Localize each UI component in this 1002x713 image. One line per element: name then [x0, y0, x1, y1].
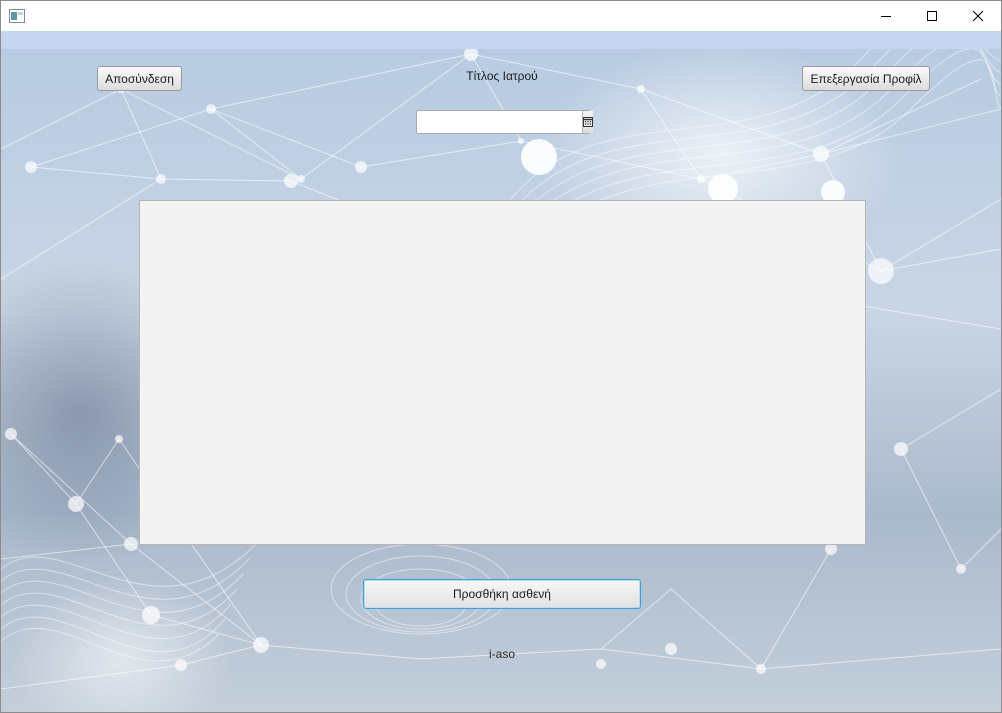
doctor-title-label: Τίτλος Ιατρού — [466, 69, 538, 83]
logout-button[interactable]: Αποσύνδεση — [97, 66, 182, 91]
logout-button-label: Αποσύνδεση — [105, 71, 174, 86]
maximize-button[interactable] — [909, 1, 955, 31]
add-patient-button-label: Προσθήκη ασθενή — [453, 587, 551, 601]
minimize-button[interactable] — [863, 1, 909, 31]
calendar-button[interactable] — [582, 111, 593, 133]
menu-strip — [1, 31, 1001, 49]
edit-profile-button[interactable]: Επεξεργασία Προφίλ — [802, 66, 930, 91]
title-bar[interactable] — [1, 1, 1001, 31]
date-input[interactable] — [417, 111, 582, 133]
edit-profile-button-label: Επεξεργασία Προφίλ — [810, 71, 922, 86]
add-patient-button[interactable]: Προσθήκη ασθενή — [363, 579, 641, 609]
footer-brand-label: i-aso — [488, 647, 515, 661]
java-app-icon — [9, 9, 25, 23]
app-window: Αποσύνδεση Τίτλος Ιατρού Επεξεργασία Προ… — [0, 0, 1002, 713]
minimize-icon — [881, 16, 891, 17]
close-icon — [972, 10, 984, 22]
main-content: Αποσύνδεση Τίτλος Ιατρού Επεξεργασία Προ… — [1, 49, 1001, 712]
calendar-icon — [583, 117, 593, 127]
date-picker[interactable] — [416, 110, 593, 134]
patient-list[interactable] — [139, 200, 866, 545]
close-button[interactable] — [955, 1, 1001, 31]
maximize-icon — [927, 11, 937, 21]
